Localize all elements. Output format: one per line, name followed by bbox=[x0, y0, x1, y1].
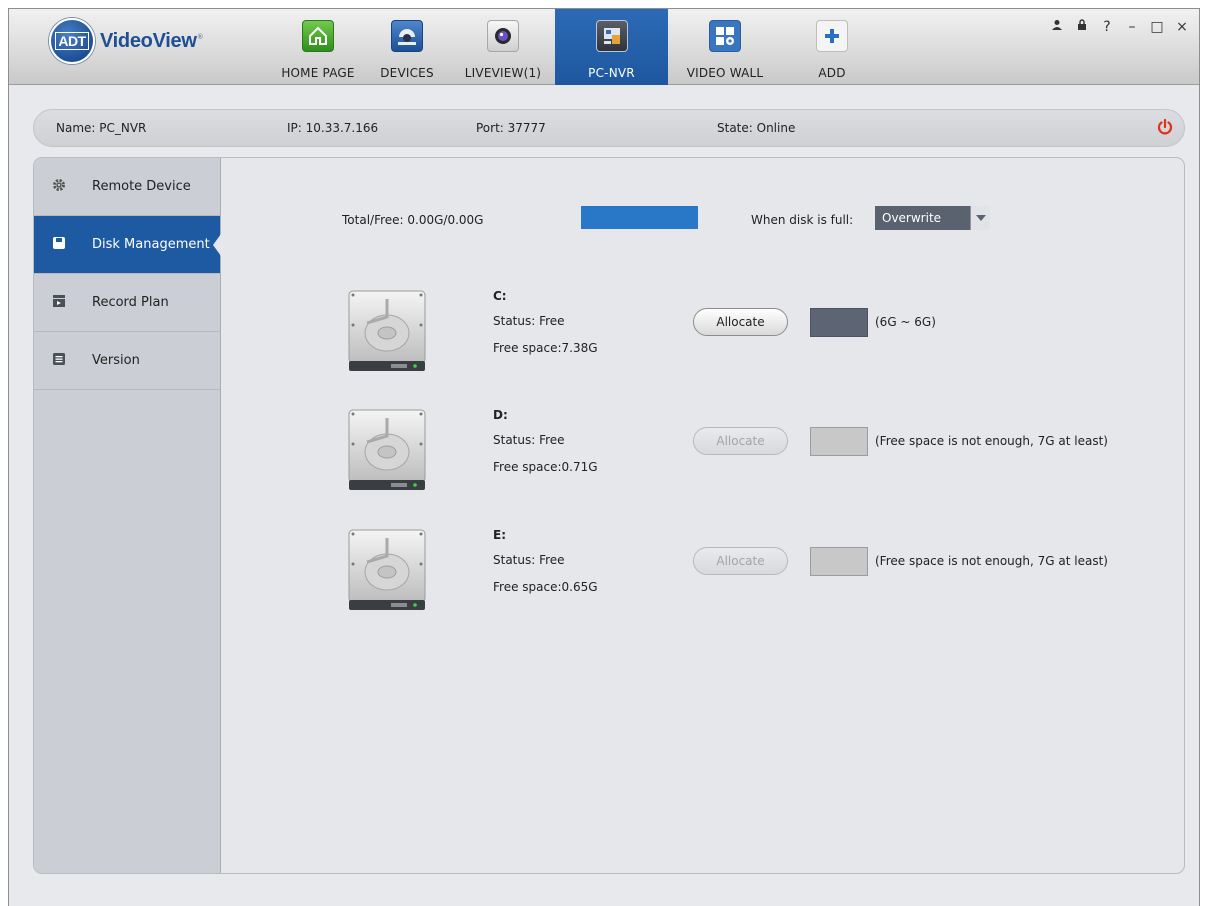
device-state: State: Online bbox=[717, 121, 796, 135]
disk-free-space: Free space:0.65G bbox=[493, 580, 598, 594]
total-free-label: Total/Free: 0.00G/0.00G bbox=[342, 213, 484, 227]
disk-row-e: E: Status: Free Free space:0.65G Allocat… bbox=[222, 518, 1184, 628]
video-wall-icon bbox=[709, 20, 741, 52]
tab-label: LIVEVIEW(1) bbox=[464, 66, 542, 80]
gear-icon bbox=[52, 178, 66, 192]
allocate-range-note: (Free space is not enough, 7G at least) bbox=[875, 434, 1108, 448]
sidebar: Remote Device Disk Management Record Pla… bbox=[34, 158, 221, 873]
tab-label: PC-NVR bbox=[588, 66, 635, 80]
sidebar-item-record-plan[interactable]: Record Plan bbox=[34, 274, 220, 332]
sidebar-item-label: Disk Management bbox=[92, 237, 210, 252]
allocate-range-note: (Free space is not enough, 7G at least) bbox=[875, 554, 1108, 568]
device-info-bar: Name: PC_NVR IP: 10.33.7.166 Port: 37777… bbox=[33, 109, 1185, 147]
allocate-button[interactable]: Allocate bbox=[693, 427, 788, 455]
allocate-size-field[interactable] bbox=[810, 547, 868, 576]
disk-free-space: Free space:7.38G bbox=[493, 341, 598, 355]
logo-badge-text: ADT bbox=[55, 32, 89, 50]
tab-home-page[interactable]: HOME PAGE bbox=[273, 9, 363, 85]
tab-label: ADD bbox=[818, 66, 846, 80]
sidebar-item-label: Remote Device bbox=[92, 179, 191, 194]
tab-label: HOME PAGE bbox=[281, 66, 355, 80]
tab-pc-nvr[interactable]: PC-NVR bbox=[555, 9, 668, 85]
close-icon[interactable]: × bbox=[1175, 19, 1189, 35]
device-port: Port: 37777 bbox=[476, 121, 546, 135]
disk-name: D: bbox=[493, 408, 508, 422]
allocate-button[interactable]: Allocate bbox=[693, 308, 788, 336]
tab-add[interactable]: ADD bbox=[782, 9, 882, 85]
plus-icon bbox=[816, 20, 848, 52]
pc-nvr-icon bbox=[595, 20, 628, 52]
user-icon[interactable] bbox=[1050, 19, 1064, 35]
disk-row-d: D: Status: Free Free space:0.71G Allocat… bbox=[222, 398, 1184, 508]
tab-devices[interactable]: DEVICES bbox=[363, 9, 451, 85]
disk-save-icon bbox=[52, 236, 66, 250]
sidebar-item-version[interactable]: Version bbox=[34, 332, 220, 390]
lock-icon[interactable] bbox=[1075, 19, 1089, 35]
sidebar-item-remote-device[interactable]: Remote Device bbox=[34, 158, 220, 216]
maximize-icon[interactable]: □ bbox=[1150, 19, 1164, 35]
list-icon bbox=[52, 352, 66, 366]
power-icon[interactable] bbox=[1156, 118, 1174, 136]
window-controls: ? – □ × bbox=[1050, 19, 1189, 35]
minimize-icon[interactable]: – bbox=[1125, 19, 1139, 35]
device-ip: IP: 10.33.7.166 bbox=[287, 121, 379, 135]
device-name: Name: PC_NVR bbox=[56, 121, 147, 135]
app-window: ADT VideoView® HOME PAGE DEVICES LIVEVIE… bbox=[8, 8, 1200, 906]
tab-video-wall[interactable]: VIDEO WALL bbox=[668, 9, 782, 85]
tab-label: DEVICES bbox=[380, 66, 434, 80]
main-tabs: HOME PAGE DEVICES LIVEVIEW(1) PC-NVR VID… bbox=[273, 9, 882, 85]
sidebar-item-label: Version bbox=[92, 353, 140, 368]
top-bar: ADT VideoView® HOME PAGE DEVICES LIVEVIE… bbox=[9, 9, 1199, 85]
lens-icon bbox=[487, 20, 519, 52]
allocate-button[interactable]: Allocate bbox=[693, 547, 788, 575]
storage-usage-bar bbox=[581, 206, 698, 229]
adt-logo-icon: ADT bbox=[49, 18, 95, 64]
hard-drive-icon bbox=[348, 529, 426, 610]
clapper-icon bbox=[52, 294, 66, 308]
home-icon bbox=[302, 20, 334, 52]
disk-name: E: bbox=[493, 528, 506, 542]
hard-drive-icon bbox=[348, 290, 426, 371]
disk-status: Status: Free bbox=[493, 433, 565, 447]
disk-row-c: C: Status: Free Free space:7.38G Allocat… bbox=[222, 279, 1184, 389]
disk-status: Status: Free bbox=[493, 314, 565, 328]
allocate-range-note: (6G ~ 6G) bbox=[875, 315, 936, 329]
tab-label: VIDEO WALL bbox=[686, 66, 764, 80]
help-icon[interactable]: ? bbox=[1100, 19, 1114, 35]
content-panel: Remote Device Disk Management Record Pla… bbox=[33, 157, 1185, 874]
disk-status: Status: Free bbox=[493, 553, 565, 567]
disk-free-space: Free space:0.71G bbox=[493, 460, 598, 474]
sidebar-item-disk-management[interactable]: Disk Management bbox=[34, 216, 221, 274]
chevron-down-icon[interactable] bbox=[970, 206, 990, 230]
sidebar-item-label: Record Plan bbox=[92, 295, 169, 310]
when-full-value: Overwrite bbox=[882, 211, 942, 225]
disk-management-area: Total/Free: 0.00G/0.00G When disk is ful… bbox=[222, 158, 1184, 873]
hard-drive-icon bbox=[348, 409, 426, 490]
when-full-select[interactable]: Overwrite bbox=[875, 206, 990, 230]
when-full-label: When disk is full: bbox=[751, 213, 854, 227]
app-name: VideoView® bbox=[100, 30, 203, 52]
camera-dome-icon bbox=[391, 20, 423, 52]
tab-liveview[interactable]: LIVEVIEW(1) bbox=[451, 9, 555, 85]
disk-name: C: bbox=[493, 289, 507, 303]
allocate-size-field[interactable] bbox=[810, 427, 868, 456]
allocate-size-field[interactable] bbox=[810, 308, 868, 337]
